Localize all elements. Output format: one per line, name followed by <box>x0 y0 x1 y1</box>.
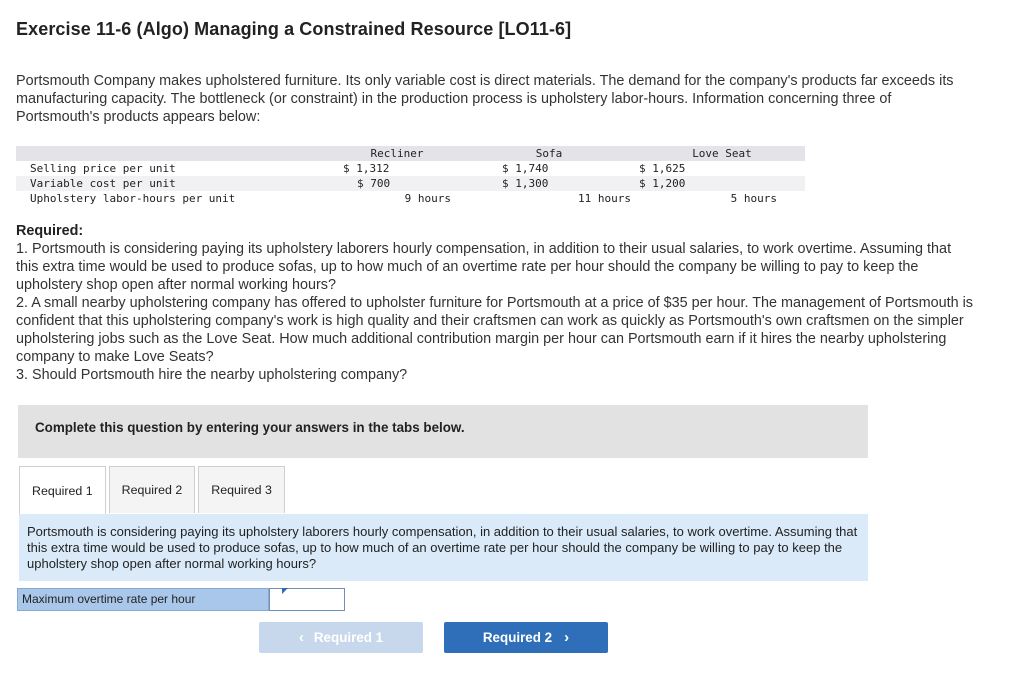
chevron-left-icon: ‹ <box>298 629 304 646</box>
answer-label: Maximum overtime rate per hour <box>17 588 269 611</box>
tab-bar: Required 1 Required 2 Required 3 <box>19 466 288 515</box>
required-section: Required: 1. Portsmouth is considering p… <box>16 222 976 384</box>
table-header-empty <box>16 146 343 161</box>
table-row: Upholstery labor-hours per unit 9 hours … <box>16 191 805 206</box>
tab-required-2[interactable]: Required 2 <box>108 466 196 513</box>
intro-paragraph: Portsmouth Company makes upholstered fur… <box>16 73 954 125</box>
panel-question-text: Portsmouth is considering paying its uph… <box>27 524 858 571</box>
max-overtime-rate-input[interactable] <box>269 588 345 611</box>
header-recliner: Recliner <box>343 146 459 161</box>
cell-sofa-price: $ 1,740 <box>502 162 549 175</box>
exercise-title: Exercise 11-6 (Algo) Managing a Constrai… <box>16 19 572 39</box>
instruction-text: Complete this question by entering your … <box>35 420 465 435</box>
header-sofa: Sofa <box>459 146 639 161</box>
row-label-variable-cost: Variable cost per unit <box>16 176 343 191</box>
cell-loveseat-price: $ 1,625 <box>639 162 686 175</box>
prev-required-button[interactable]: ‹ Required 1 <box>259 622 423 653</box>
cell-loveseat-cost: $ 1,200 <box>639 176 805 191</box>
cell-sofa-cost: $ 1,300 <box>459 176 639 191</box>
tab-required-3[interactable]: Required 3 <box>198 466 285 513</box>
row-label-labor-hours: Upholstery labor-hours per unit <box>30 192 236 205</box>
required-item-2: 2. A small nearby upholstering company h… <box>16 295 973 365</box>
next-button-label: Required 2 <box>482 630 553 645</box>
required-heading: Required: <box>16 223 84 239</box>
prev-button-label: Required 1 <box>313 630 384 645</box>
tab-panel-required-1: Portsmouth is considering paying its uph… <box>19 514 868 581</box>
table-row: Variable cost per unit $ 700 $ 1,300 $ 1… <box>16 176 805 191</box>
header-love-seat: Love Seat <box>639 146 805 161</box>
tab-required-1[interactable]: Required 1 <box>19 466 106 515</box>
table-header-row: Recliner Sofa Love Seat <box>16 146 805 161</box>
cell-loveseat-hours: 5 hours <box>730 192 777 205</box>
cell-sofa-hours: 11 hours <box>578 192 631 205</box>
table-row: Selling price per unit $ 1,312 $ 1,740 $… <box>16 161 805 176</box>
chevron-right-icon: › <box>564 629 570 646</box>
row-label-selling-price: Selling price per unit <box>30 162 176 175</box>
input-corner-marker-icon <box>282 588 288 594</box>
cell-recliner-price: $ 1,312 <box>343 162 390 175</box>
cell-recliner-cost: $ 700 <box>343 176 459 191</box>
instruction-banner: Complete this question by entering your … <box>18 405 868 458</box>
required-item-1: 1. Portsmouth is considering paying its … <box>16 241 952 293</box>
required-item-3: 3. Should Portsmouth hire the nearby uph… <box>16 367 408 383</box>
next-required-button[interactable]: Required 2 › <box>444 622 608 653</box>
product-data-table: Recliner Sofa Love Seat Selling price pe… <box>16 146 805 206</box>
answer-row: Maximum overtime rate per hour <box>17 588 345 611</box>
cell-recliner-hours: 9 hours <box>404 192 451 205</box>
